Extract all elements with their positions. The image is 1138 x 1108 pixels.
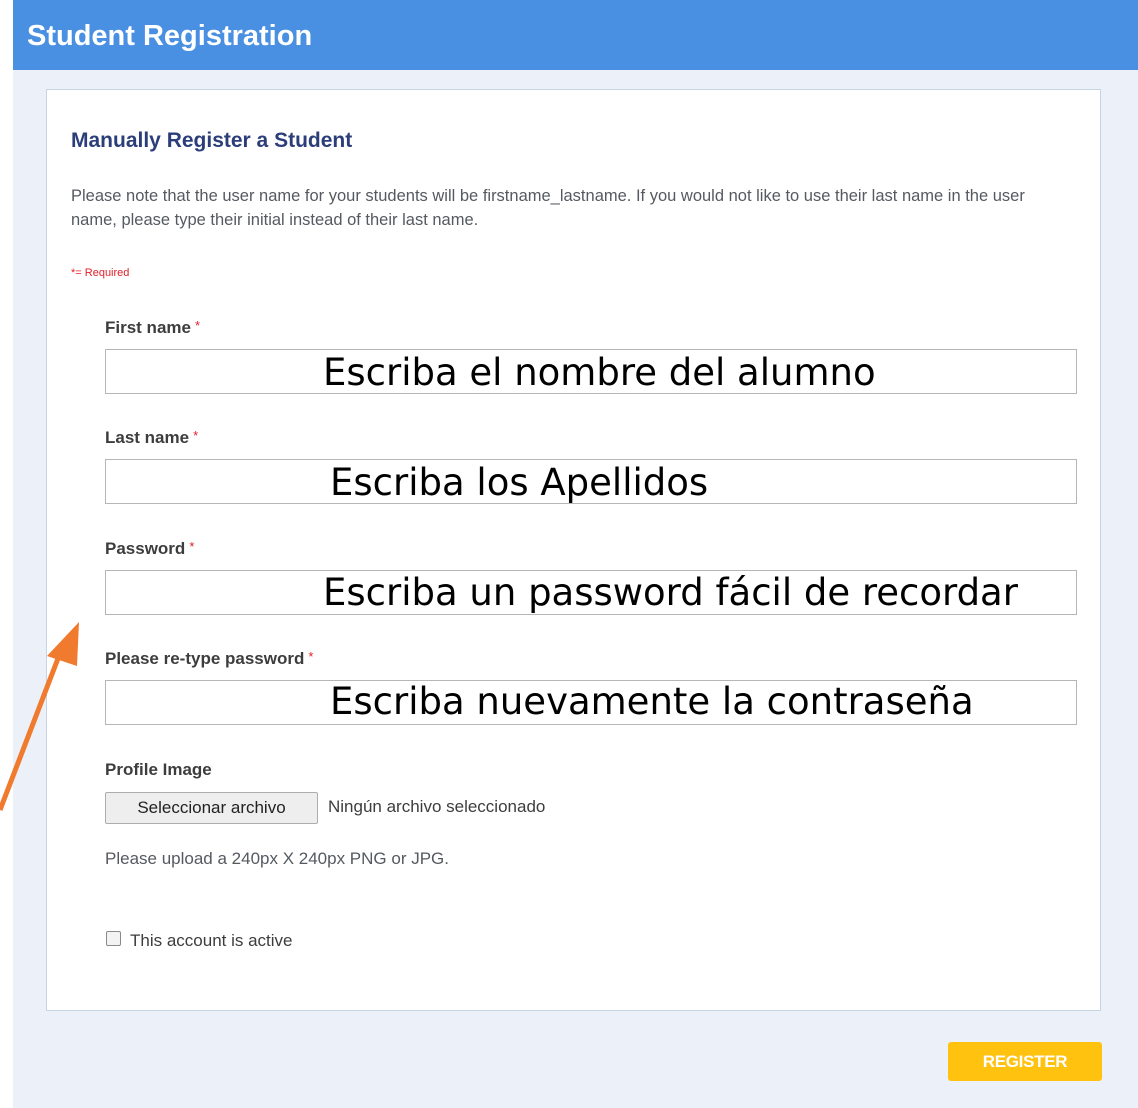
retype-password-label: Please re-type password * [105,649,313,669]
section-title: Manually Register a Student [71,129,353,152]
first-name-annotation: Escriba el nombre del alumno [323,351,876,394]
profile-image-label: Profile Image [105,760,212,779]
required-star: * [308,649,314,664]
choose-file-button[interactable]: Seleccionar archivo [105,792,318,824]
first-name-label: First name * [105,318,200,338]
password-annotation: Escriba un password fácil de recordar [323,571,1018,614]
file-status-text: Ningún archivo seleccionado [328,797,546,816]
last-name-label: Last name * [105,428,198,448]
retype-password-annotation: Escriba nuevamente la contraseña [330,680,974,723]
password-label-text: Password [105,539,186,558]
required-star: * [189,539,195,554]
required-note: *= Required [71,267,130,279]
password-label: Password * [105,539,194,559]
page-title: Student Registration [27,20,313,52]
username-note: Please note that the user name for your … [71,187,1025,229]
required-star: * [193,428,199,443]
last-name-label-text: Last name [105,428,190,447]
last-name-annotation: Escriba los Apellidos [330,461,709,504]
register-button[interactable]: REGISTER [948,1042,1102,1081]
upload-hint: Please upload a 240px X 240px PNG or JPG… [105,849,449,868]
account-active-label[interactable]: This account is active [130,931,293,951]
required-star: * [194,318,201,333]
first-name-label-text: First name [105,318,191,337]
retype-password-label-text: Please re-type password [105,649,305,668]
page-header: Student Registration [13,0,1138,70]
account-active-checkbox[interactable] [106,931,121,946]
